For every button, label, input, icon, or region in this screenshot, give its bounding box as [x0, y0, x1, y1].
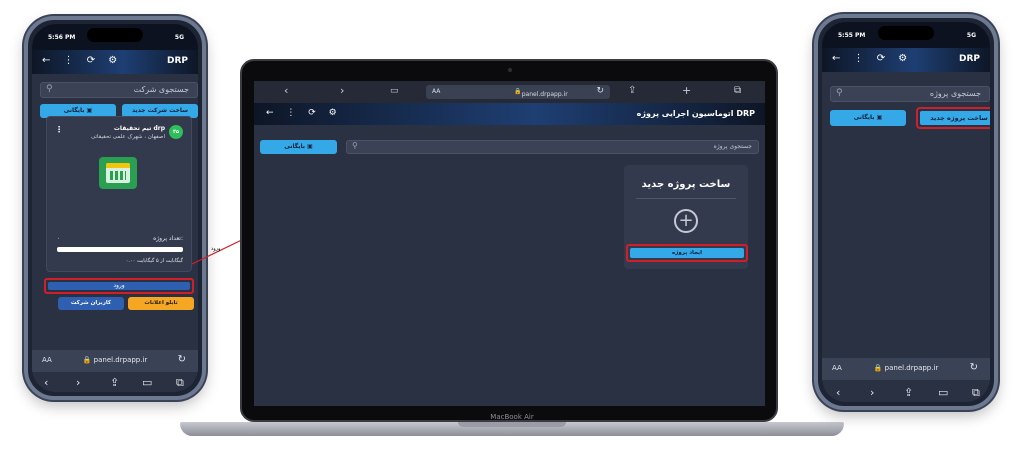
- info-board-button[interactable]: تابلو اعلانات: [128, 297, 194, 310]
- safari-toolbar: ‹ › ⇪ ▭ ⧉: [822, 382, 990, 402]
- back-icon[interactable]: ‹: [284, 84, 288, 97]
- divider: [636, 198, 736, 199]
- archive-icon: ▣: [307, 143, 313, 150]
- arrow-label: ورود: [211, 246, 221, 252]
- left-phone: 5:56 PM 5G ← ⋮ ⟳ ⚙ DRP ⚲ جستجوی شرکت ساخ…: [24, 16, 206, 400]
- share-icon[interactable]: ⇪: [628, 85, 636, 96]
- status-time: 5:55 PM: [838, 32, 866, 39]
- left-phone-screen: 5:56 PM 5G ← ⋮ ⟳ ⚙ DRP ⚲ جستجوی شرکت ساخ…: [32, 24, 198, 392]
- project-count-label: تعداد پروژه:: [153, 235, 183, 242]
- search-icon: ⚲: [46, 84, 53, 94]
- archive-label: بایگانی: [853, 114, 875, 121]
- brand-logo: DRP: [167, 56, 188, 66]
- search-icon: ⚲: [836, 88, 843, 98]
- forward-icon[interactable]: ›: [870, 386, 874, 399]
- more-options-icon[interactable]: ⋮: [55, 125, 63, 134]
- company-location: اصفهان ، شهرک علمی تحقیقاتی: [90, 134, 165, 140]
- app-nav-icons[interactable]: ← ⋮ ⟳ ⚙: [266, 108, 342, 118]
- company-name: تیم تحقیقات drp: [113, 125, 165, 132]
- browser-toolbar: ‹ › ▭ AA 🔒 panel.drpapp.ir ↻ ⇪ + ⧉: [254, 81, 765, 103]
- app-bar: ← ⋮ ⟳ ⚙ اتوماسیون اجرایی پروژه DRP: [254, 103, 765, 125]
- url-value: panel.drpapp.ir: [884, 364, 939, 372]
- create-project-highlight: ایجاد پروژه: [626, 244, 748, 262]
- forward-icon[interactable]: ›: [340, 84, 344, 97]
- enter-button-highlight: ورود: [44, 278, 194, 294]
- reload-icon[interactable]: ↻: [178, 354, 186, 365]
- reload-icon[interactable]: ↻: [970, 362, 978, 373]
- back-icon[interactable]: ‹: [44, 376, 48, 389]
- reload-icon[interactable]: ↻: [596, 86, 604, 96]
- forward-icon[interactable]: ›: [76, 376, 80, 389]
- signal-indicator: 5G: [174, 34, 184, 41]
- app-title: اتوماسیون اجرایی پروژه DRP: [636, 109, 755, 118]
- safari-address-bar[interactable]: AA 🔒 panel.drpapp.ir ↻: [32, 350, 198, 372]
- app-bar: ← ⋮ ⟳ ⚙ DRP: [822, 48, 990, 72]
- phone-notch: [878, 26, 934, 40]
- right-phone-screen: 5:55 PM 5G ← ⋮ ⟳ ⚙ DRP ⚲ جستجوی پروژه سا…: [822, 22, 990, 402]
- safari-toolbar: ‹ › ⇪ ▭ ⧉: [32, 372, 198, 392]
- calendar-icon: [99, 157, 137, 189]
- new-project-highlight: ساخت پروژه جدید: [916, 107, 990, 129]
- safari-address-bar[interactable]: AA 🔒 panel.drpapp.ir ↻: [822, 358, 990, 380]
- tabs-icon[interactable]: ⧉: [734, 85, 741, 96]
- bookmarks-icon[interactable]: ▭: [142, 376, 152, 389]
- app-nav-icons[interactable]: ← ⋮ ⟳ ⚙: [832, 53, 912, 64]
- tabs-icon[interactable]: ⧉: [972, 386, 980, 400]
- search-placeholder: جستجوی پروژه: [929, 89, 981, 98]
- bookmarks-icon[interactable]: ▭: [938, 386, 948, 399]
- create-project-button[interactable]: ایجاد پروژه: [630, 248, 744, 258]
- status-bar: 5:56 PM 5G: [32, 24, 198, 50]
- laptop-hinge: [458, 422, 566, 427]
- app-bar: ← ⋮ ⟳ ⚙ DRP: [32, 50, 198, 74]
- archive-icon: ▣: [86, 107, 93, 114]
- enter-button[interactable]: ورود: [48, 282, 190, 290]
- browser-address-bar[interactable]: AA 🔒 panel.drpapp.ir ↻: [426, 85, 610, 99]
- company-avatar: ۴۵: [169, 125, 183, 139]
- url-value: panel.drpapp.ir: [93, 356, 148, 364]
- laptop-model-label: MacBook Air: [490, 413, 534, 421]
- company-users-button[interactable]: کاربران شرکت: [58, 297, 124, 310]
- archive-button[interactable]: بایگانی ▣: [260, 140, 337, 154]
- url-value: panel.drpapp.ir: [521, 91, 568, 98]
- storage-progress-bar: [57, 247, 183, 252]
- plus-circle-icon[interactable]: +: [674, 209, 698, 233]
- right-phone: 5:55 PM 5G ← ⋮ ⟳ ⚙ DRP ⚲ جستجوی پروژه سا…: [814, 14, 998, 410]
- new-tab-icon[interactable]: +: [682, 84, 691, 97]
- search-icon: ⚲: [352, 141, 358, 150]
- project-count-value: ۰: [57, 235, 61, 242]
- company-card: ۴۵ تیم تحقیقات drp اصفهان ، شهرک علمی تح…: [46, 116, 192, 272]
- new-project-title: ساخت پروژه جدید: [641, 179, 731, 190]
- search-placeholder: جستجوی پروژه: [713, 143, 752, 150]
- laptop-camera: [508, 68, 512, 72]
- status-time: 5:56 PM: [48, 34, 76, 41]
- signal-indicator: 5G: [966, 32, 976, 39]
- archive-icon: ▣: [876, 114, 883, 121]
- share-icon[interactable]: ⇪: [904, 386, 913, 399]
- search-placeholder: جستجوی شرکت: [133, 85, 189, 94]
- back-icon[interactable]: ‹: [836, 386, 840, 399]
- company-search-input[interactable]: ⚲ جستجوی شرکت: [40, 82, 198, 98]
- brand-logo: DRP: [959, 54, 980, 64]
- new-project-button[interactable]: ساخت پروژه جدید: [920, 111, 990, 125]
- archive-button[interactable]: بایگانی ▣: [830, 110, 906, 126]
- storage-text: ۰.۰۰ گیگابایت از ۵ گیگابایت: [125, 258, 183, 264]
- share-icon[interactable]: ⇪: [110, 376, 119, 389]
- app-nav-icons[interactable]: ← ⋮ ⟳ ⚙: [42, 55, 122, 66]
- project-search-input[interactable]: ⚲ جستجوی پروژه: [346, 140, 759, 154]
- url-text: 🔒 panel.drpapp.ir: [82, 356, 148, 364]
- bookmarks-icon[interactable]: ▭: [390, 86, 399, 96]
- phone-notch: [87, 28, 143, 42]
- archive-label: بایگانی: [284, 143, 306, 150]
- status-bar: 5:55 PM 5G: [822, 22, 990, 48]
- url-text: 🔒 panel.drpapp.ir: [514, 88, 568, 98]
- tabs-icon[interactable]: ⧉: [176, 376, 184, 390]
- url-text: 🔒 panel.drpapp.ir: [873, 364, 939, 372]
- project-search-input[interactable]: ⚲ جستجوی پروژه: [830, 86, 990, 102]
- archive-label: بایگانی: [63, 107, 85, 114]
